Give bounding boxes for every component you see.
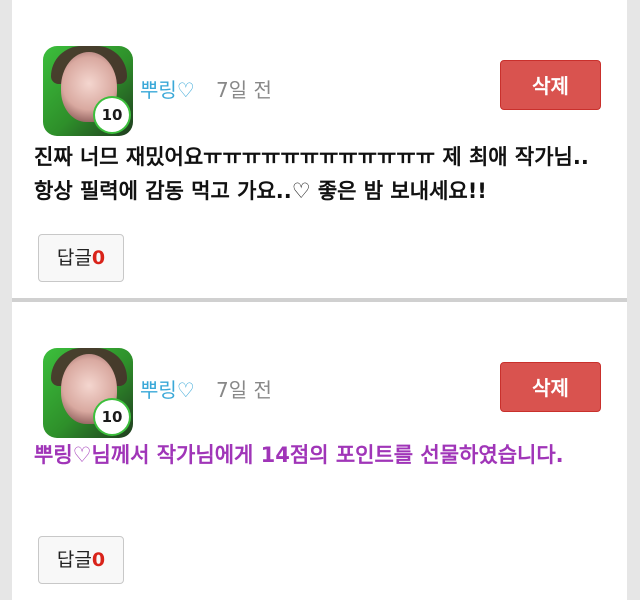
username[interactable]: 뿌링♡ (140, 78, 195, 102)
level-badge: 10 (95, 400, 129, 434)
gift-notice-text: 뿌링♡님께서 작가님에게 14점의 포인트를 선물하였습니다. (34, 443, 564, 467)
user-avatar[interactable]: 10 (43, 348, 133, 438)
reply-button[interactable]: 답글0 (38, 234, 124, 282)
level-badge: 10 (95, 98, 129, 132)
delete-button[interactable]: 삭제 (500, 362, 601, 412)
comment-list: 10 뿌링♡ 7일 전 삭제 진짜 너므 재밌어요ㅠㅠㅠㅠㅠㅠㅠㅠㅠㅠㅠㅠ 제 … (0, 0, 640, 600)
delete-button[interactable]: 삭제 (500, 60, 601, 110)
timestamp: 7일 전 (216, 78, 272, 102)
reply-count: 0 (91, 549, 106, 571)
user-avatar[interactable]: 10 (43, 46, 133, 136)
timestamp: 7일 전 (216, 378, 272, 402)
comment-card: 10 뿌링♡ 7일 전 삭제 진짜 너므 재밌어요ㅠㅠㅠㅠㅠㅠㅠㅠㅠㅠㅠㅠ 제 … (12, 0, 627, 298)
reply-button[interactable]: 답글0 (38, 536, 124, 584)
username[interactable]: 뿌링♡ (140, 378, 195, 402)
reply-count: 0 (91, 247, 106, 269)
reply-label: 답글 (56, 549, 92, 571)
comment-text: 진짜 너므 재밌어요ㅠㅠㅠㅠㅠㅠㅠㅠㅠㅠㅠㅠ 제 최애 작가님.. 항상 필력에… (34, 145, 589, 203)
reply-label: 답글 (56, 247, 92, 269)
comment-card: 10 뿌링♡ 7일 전 삭제 뿌링♡님께서 작가님에게 14점의 포인트를 선물… (12, 302, 627, 600)
